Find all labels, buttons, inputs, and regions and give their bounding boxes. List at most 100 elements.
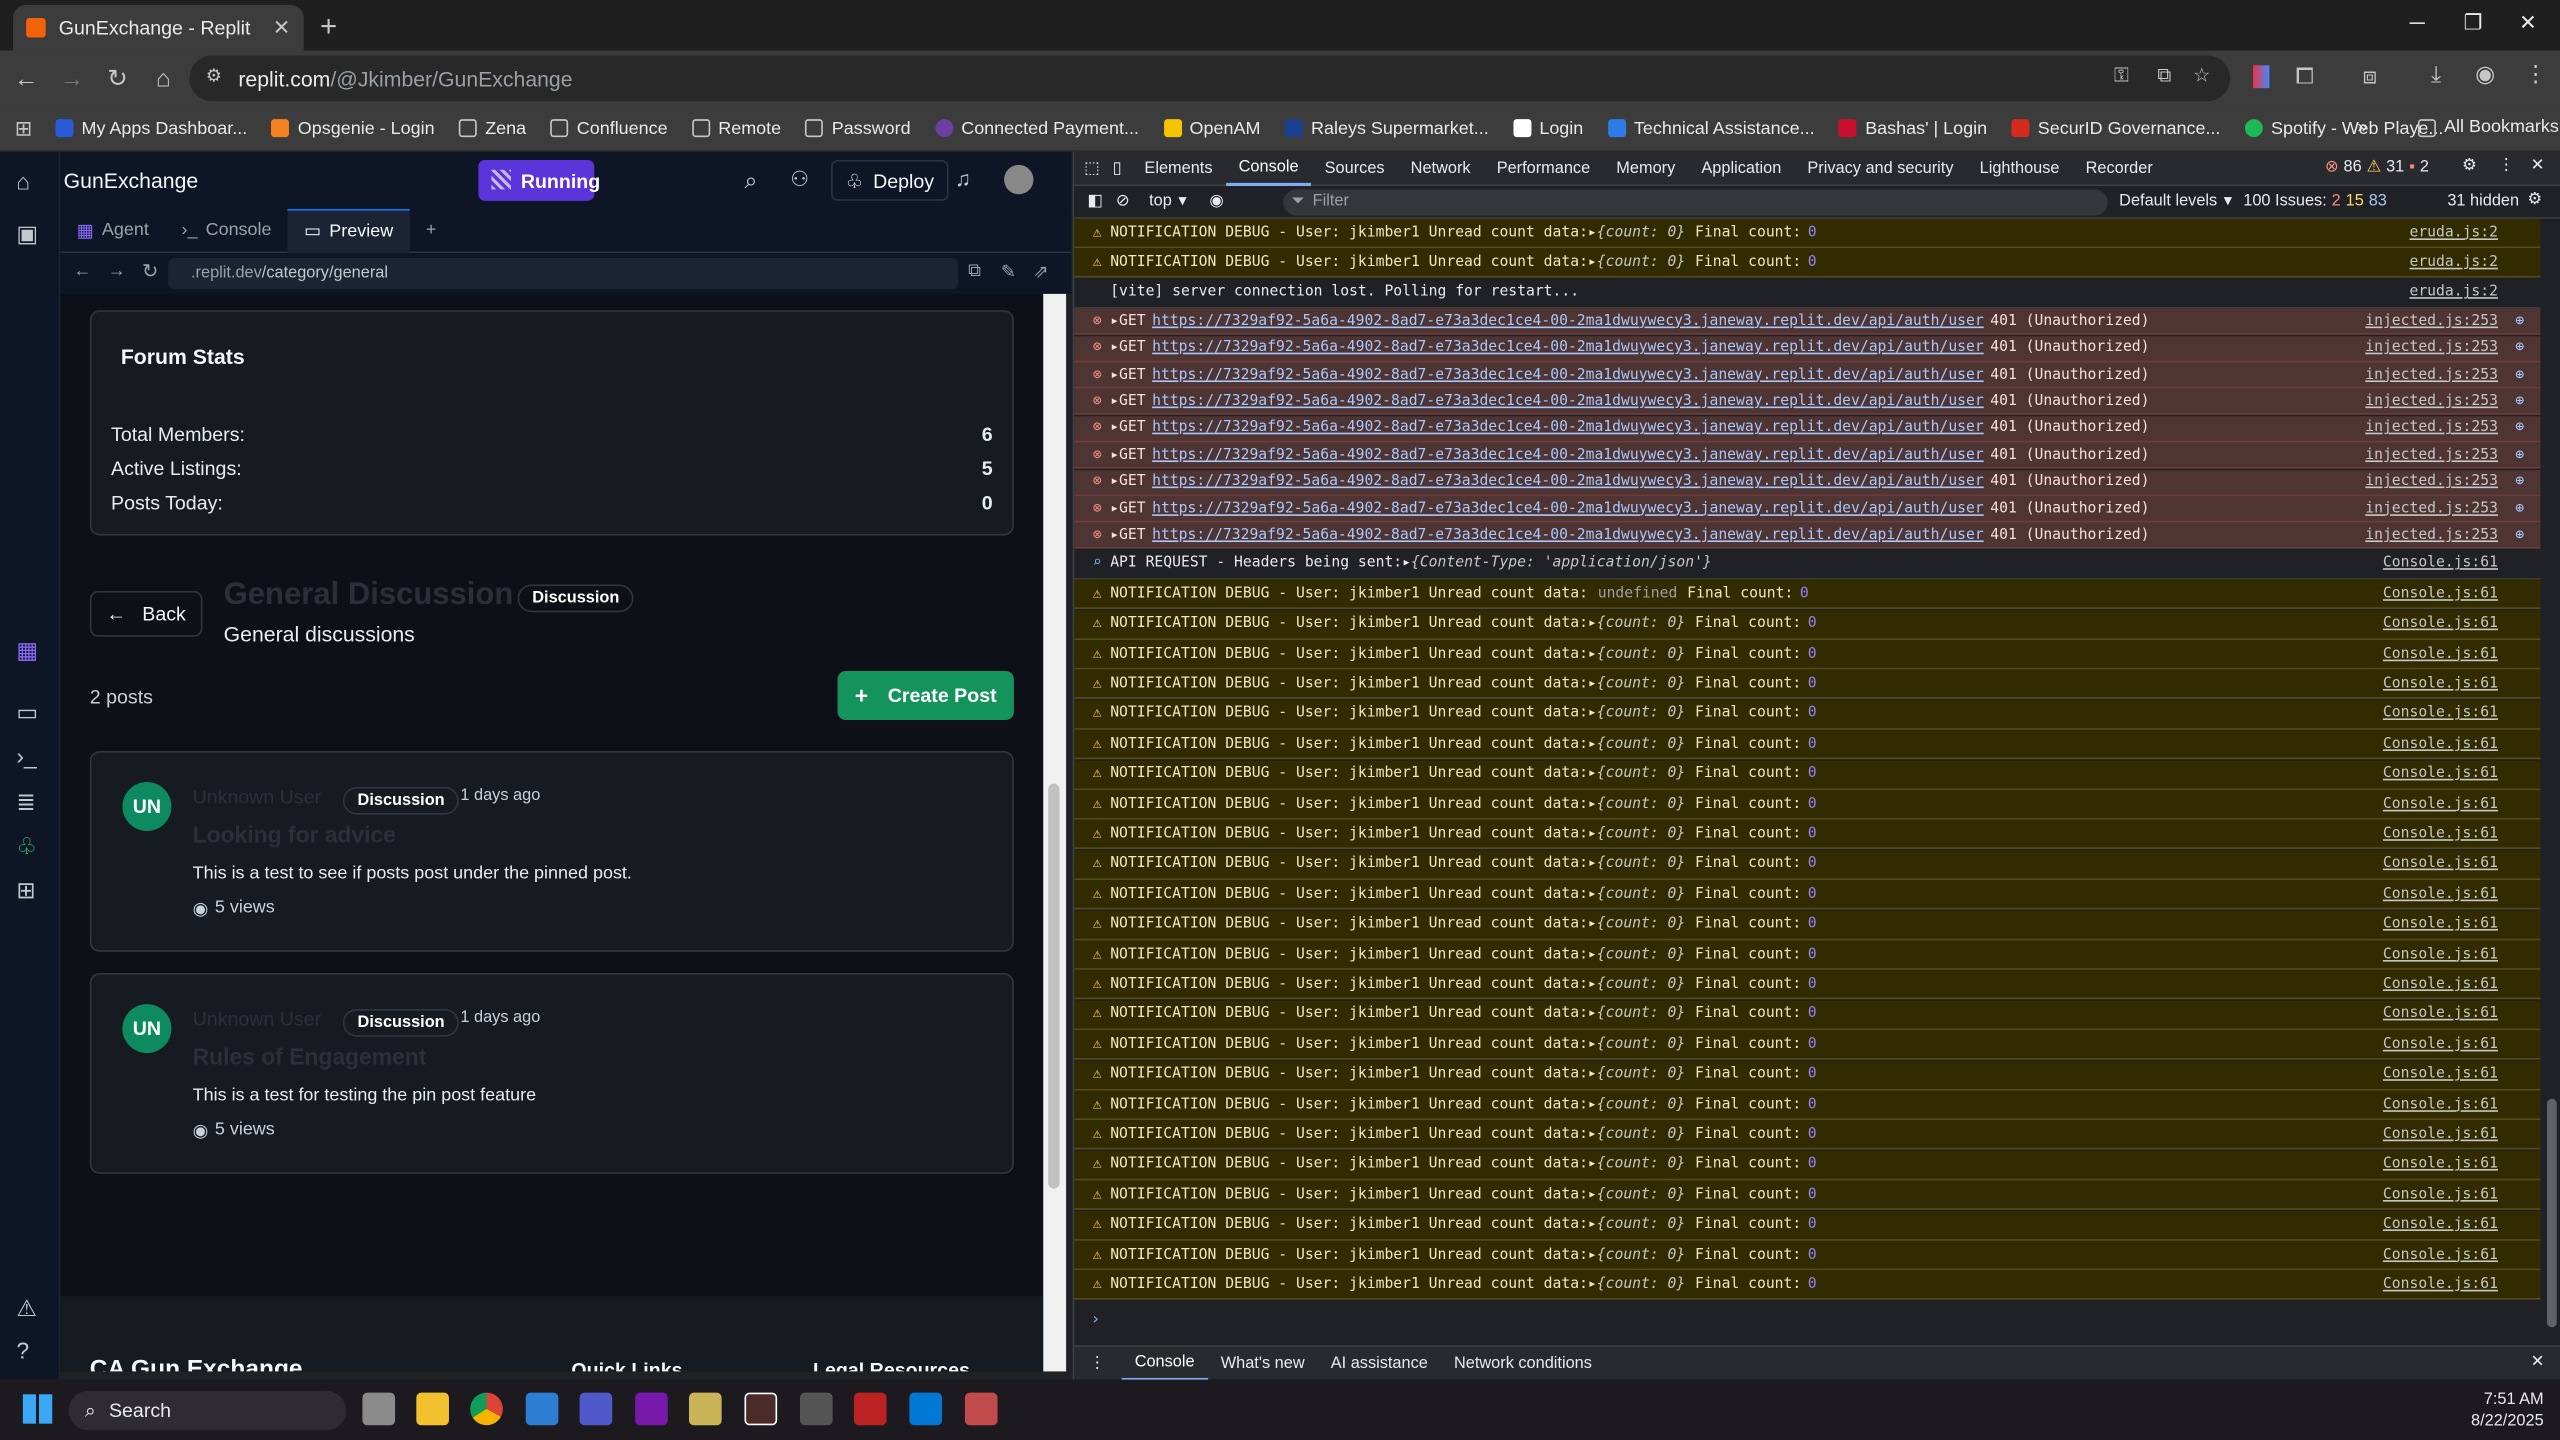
live-expression-icon[interactable]: ◉ xyxy=(1209,193,1223,211)
bookmark-item[interactable]: OpenAM xyxy=(1163,118,1260,138)
request-url[interactable]: https://7329af92-5a6a-4902-8ad7-e73a3dec… xyxy=(1152,420,1984,436)
more-bookmarks-icon[interactable]: » xyxy=(2358,118,2368,138)
tab-network[interactable]: Network xyxy=(1398,151,1484,185)
deployments-icon[interactable]: ♧ xyxy=(16,833,37,861)
network-icon[interactable]: ⊕ xyxy=(2515,447,2524,463)
console-message[interactable]: ⚠ NOTIFICATION DEBUG - User: jkimber1 Unr… xyxy=(1074,790,2541,820)
expand-arrow-icon[interactable]: ▸ xyxy=(1588,976,1597,992)
teams-notification-icon[interactable] xyxy=(964,1392,998,1426)
tab-console[interactable]: Console xyxy=(1225,151,1312,186)
tab-application[interactable]: Application xyxy=(1688,151,1794,185)
source-link[interactable]: injected.js:253 xyxy=(2365,500,2498,516)
minimize-icon[interactable]: ─ xyxy=(2410,10,2425,34)
bookmark-folder[interactable]: Confluence xyxy=(550,118,668,138)
count-object[interactable]: {count: 0} xyxy=(1597,706,1685,722)
source-link[interactable]: Console.js:61 xyxy=(2383,766,2498,782)
source-link[interactable]: injected.js:253 xyxy=(2365,313,2498,329)
preview-forward-icon[interactable]: → xyxy=(108,261,126,281)
source-link[interactable]: Console.js:61 xyxy=(2383,1277,2498,1293)
count-object[interactable]: {count: 0} xyxy=(1597,826,1685,842)
context-select[interactable]: top ▾ xyxy=(1149,193,1186,211)
devices-icon[interactable]: ⧉ xyxy=(968,261,981,282)
count-object[interactable]: {count: 0} xyxy=(1597,1036,1685,1052)
count-object[interactable]: {count: 0} xyxy=(1597,946,1685,962)
headers-object[interactable]: {Content-Type: 'application/json'} xyxy=(1411,556,1712,572)
drawer-menu-icon[interactable]: ⋮ xyxy=(1089,1354,1105,1372)
source-link[interactable]: Console.js:61 xyxy=(2383,616,2498,632)
count-object[interactable]: {count: 0} xyxy=(1597,1006,1685,1022)
console-message[interactable]: ⚠ NOTIFICATION DEBUG - User: jkimber1 Unr… xyxy=(1074,1060,2541,1090)
network-icon[interactable]: ⊕ xyxy=(2515,367,2524,383)
expand-arrow-icon[interactable]: ▸ xyxy=(1110,474,1119,490)
count-object[interactable]: {count: 0} xyxy=(1597,976,1685,992)
tab-agent[interactable]: ▦ Agent xyxy=(60,208,165,252)
download-icon[interactable]: ⤓ xyxy=(2431,60,2441,88)
bookmark-folder[interactable]: Password xyxy=(805,118,911,138)
count-object[interactable]: {count: 0} xyxy=(1597,916,1685,932)
bookmark-folder[interactable]: Remote xyxy=(692,118,781,138)
preview-scroll-thumb[interactable] xyxy=(1048,783,1060,1189)
windows-start-icon[interactable] xyxy=(22,1394,53,1424)
source-link[interactable]: Console.js:61 xyxy=(2383,706,2498,722)
console-message[interactable]: ⊗ ▸ GET https://7329af92-5a6a-4902-8ad7-e7… xyxy=(1074,335,2541,362)
console-message[interactable]: ⚠ NOTIFICATION DEBUG - User: jkimber1 Unr… xyxy=(1074,1000,2541,1030)
request-url[interactable]: https://7329af92-5a6a-4902-8ad7-e73a3dec… xyxy=(1152,393,1984,409)
console-message[interactable]: ⚠ NOTIFICATION DEBUG - User: jkimber1 Unr… xyxy=(1074,1120,2541,1151)
drawer-tab-whats-new[interactable]: What's new xyxy=(1208,1346,1318,1380)
bookmark-item[interactable]: Opsgenie - Login xyxy=(271,118,435,138)
expand-arrow-icon[interactable]: ▸ xyxy=(1110,393,1119,409)
count-object[interactable]: {count: 0} xyxy=(1597,736,1685,752)
bookmark-star-icon[interactable]: ☆ xyxy=(2193,64,2211,87)
expand-arrow-icon[interactable]: ▸ xyxy=(1110,340,1119,356)
devtools-close-icon[interactable]: ✕ xyxy=(2531,157,2545,175)
post-author[interactable]: Unknown User xyxy=(193,1007,321,1030)
bookmark-item[interactable]: Login xyxy=(1513,118,1583,138)
request-url[interactable]: https://7329af92-5a6a-4902-8ad7-e73a3dec… xyxy=(1152,500,1984,516)
console-scroll-thumb[interactable] xyxy=(2546,1098,2557,1328)
console-prompt-icon[interactable]: › xyxy=(1091,1311,1101,1329)
expand-arrow-icon[interactable]: ▸ xyxy=(1588,796,1597,812)
expand-arrow-icon[interactable]: ▸ xyxy=(1588,616,1597,632)
expand-arrow-icon[interactable]: ▸ xyxy=(1588,646,1597,662)
all-tools-icon[interactable]: ⊞ xyxy=(16,877,35,905)
all-bookmarks-folder[interactable]: All Bookmarks xyxy=(2417,118,2559,137)
source-link[interactable]: injected.js:253 xyxy=(2365,447,2498,463)
expand-arrow-icon[interactable]: ▸ xyxy=(1588,916,1597,932)
bookmark-item[interactable]: Technical Assistance... xyxy=(1607,118,1815,138)
console-message[interactable]: ⚠ NOTIFICATION DEBUG - User: jkimber1 Unr… xyxy=(1074,850,2541,880)
post-title[interactable]: Rules of Engagement xyxy=(193,1043,427,1069)
count-object[interactable]: {count: 0} xyxy=(1597,1216,1685,1232)
network-icon[interactable]: ⊕ xyxy=(2515,474,2524,490)
devtools-icon[interactable]: ✎ xyxy=(1001,261,1016,283)
levels-select[interactable]: Default levels ▾ xyxy=(2119,193,2232,211)
app-icon[interactable] xyxy=(853,1392,887,1426)
expand-arrow-icon[interactable]: ▸ xyxy=(1110,367,1119,383)
post-author[interactable]: Unknown User xyxy=(193,785,321,808)
device-toggle-icon[interactable]: ▯ xyxy=(1113,159,1122,177)
console-message[interactable]: [vite] server connection lost. Polling f… xyxy=(1074,279,2541,309)
console-settings-icon[interactable]: ⚙ xyxy=(2527,191,2542,209)
expand-arrow-icon[interactable]: ▸ xyxy=(1588,224,1597,240)
request-url[interactable]: https://7329af92-5a6a-4902-8ad7-e73a3dec… xyxy=(1152,313,1984,329)
database-icon[interactable]: ≣ xyxy=(16,789,35,817)
source-link[interactable]: Console.js:61 xyxy=(2383,856,2498,872)
console-message[interactable]: ⚠ NOTIFICATION DEBUG - User: jkimber1 Unr… xyxy=(1074,1150,2541,1181)
console-message[interactable]: ⚠ NOTIFICATION DEBUG - User: jkimber1 Unr… xyxy=(1074,579,2541,610)
console-message[interactable]: ⚠ NOTIFICATION DEBUG - User: jkimber1 Unr… xyxy=(1074,820,2541,850)
alert-icon[interactable]: ⚠ xyxy=(16,1295,37,1323)
source-link[interactable]: Console.js:61 xyxy=(2383,916,2498,932)
request-url[interactable]: https://7329af92-5a6a-4902-8ad7-e73a3dec… xyxy=(1152,367,1984,383)
source-link[interactable]: Console.js:61 xyxy=(2383,886,2498,902)
expand-arrow-icon[interactable]: ▸ xyxy=(1588,1156,1597,1172)
bookmark-item[interactable]: SecurID Governance... xyxy=(2011,118,2220,138)
tab-sources[interactable]: Sources xyxy=(1312,151,1398,185)
count-object[interactable]: {count: 0} xyxy=(1597,1247,1685,1263)
request-url[interactable]: https://7329af92-5a6a-4902-8ad7-e73a3dec… xyxy=(1152,447,1984,463)
tab-lighthouse[interactable]: Lighthouse xyxy=(1967,151,2073,185)
teams-icon[interactable] xyxy=(579,1392,613,1426)
bookmark-item[interactable]: Bashas' | Login xyxy=(1839,118,1987,138)
tab-search-icon[interactable]: ⧈ xyxy=(2362,62,2377,90)
count-object[interactable]: {count: 0} xyxy=(1597,1277,1685,1293)
console-message[interactable]: ⚠ NOTIFICATION DEBUG - User: jkimber1 Unr… xyxy=(1074,1210,2541,1241)
expand-arrow-icon[interactable]: ▸ xyxy=(1588,766,1597,782)
